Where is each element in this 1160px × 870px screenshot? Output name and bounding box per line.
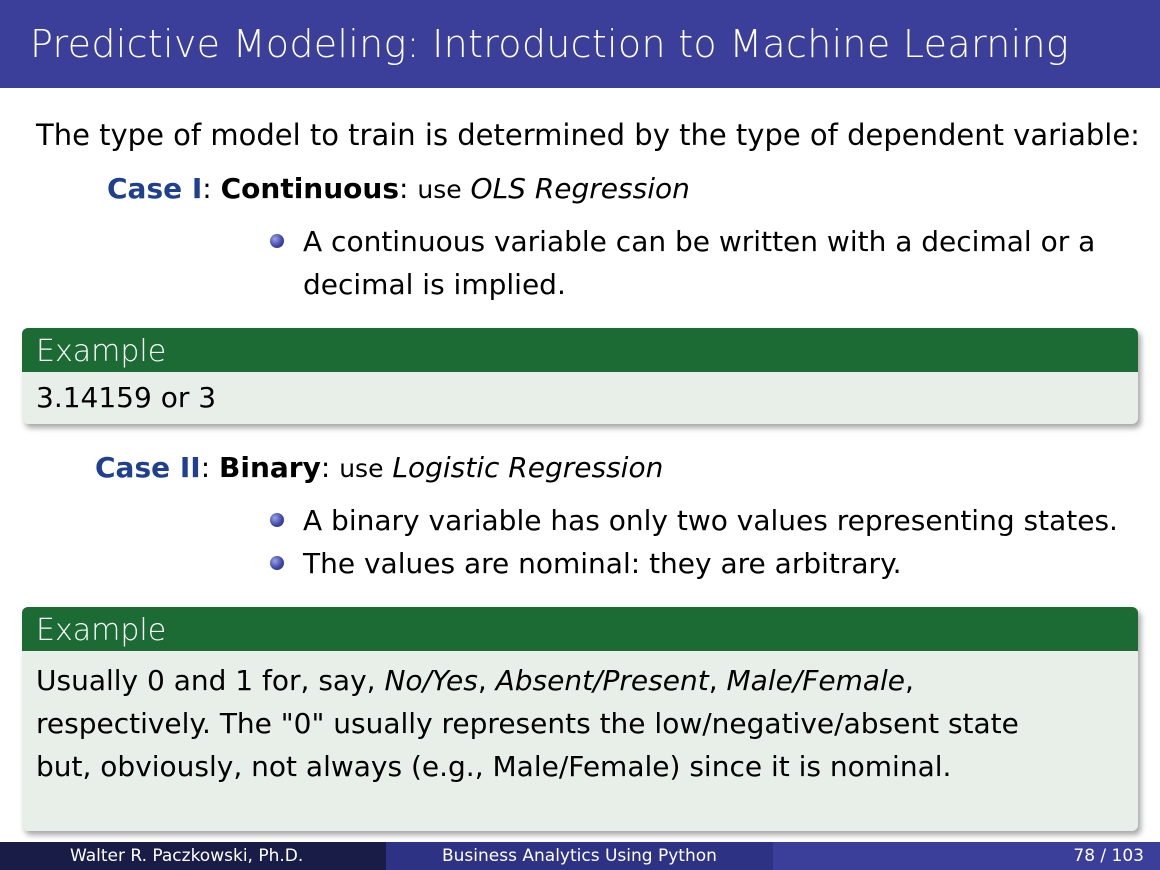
case-2-bullet-2: The values are nominal: they are arbitra… — [270, 542, 1140, 585]
case-2-bullet-1: A binary variable has only two values re… — [270, 499, 1140, 542]
example-2-line-3: but, obviously, not always (e.g., Male/F… — [36, 750, 952, 783]
example-2-body: Usually 0 and 1 for, say, No/Yes, Absent… — [22, 651, 1138, 788]
case-2-method: Logistic Regression — [392, 451, 664, 484]
case-1-bullet-text: A continuous variable can be written wit… — [303, 225, 1096, 301]
case-1-method: OLS Regression — [470, 172, 690, 205]
case-2-label: Case II — [95, 451, 201, 484]
footer-page-number: 78 / 103 — [1073, 846, 1144, 866]
bullet-icon — [270, 556, 284, 570]
case-2-bullet-1-text: A binary variable has only two values re… — [303, 504, 1118, 537]
case-2-term: Binary — [219, 451, 321, 484]
example-2-line-2: respectively. The "0" usually represents… — [36, 707, 1019, 740]
example-block-1: Example 3.14159 or 3 — [22, 328, 1138, 424]
title-bar: Predictive Modeling: Introduction to Mac… — [0, 0, 1160, 88]
case-1-bullet: A continuous variable can be written wit… — [270, 220, 1140, 310]
footer-author-section: Walter R. Paczkowski, Ph.D. — [0, 842, 386, 870]
example-1-header: Example — [22, 328, 1138, 372]
bullet-icon — [270, 234, 284, 248]
footer-course: Business Analytics Using Python — [442, 846, 717, 866]
example-2-pair-1: No/Yes — [384, 664, 478, 697]
case-1-term: Continuous — [220, 172, 400, 205]
slide-title: Predictive Modeling: Introduction to Mac… — [30, 22, 1069, 66]
example-2-line-1-prefix: Usually 0 and 1 for, say, — [36, 664, 376, 697]
example-1-body: 3.14159 or 3 — [36, 381, 217, 414]
case-1-use: use — [417, 175, 462, 204]
case-2-line: Case II: Binary: use Logistic Regression — [95, 451, 664, 484]
footer-course-section: Business Analytics Using Python — [386, 842, 773, 870]
case-2-use: use — [339, 454, 384, 483]
example-2-header: Example — [22, 607, 1138, 651]
case-2-bullet-2-text: The values are nominal: they are arbitra… — [303, 547, 902, 580]
intro-text: The type of model to train is determined… — [36, 118, 1140, 152]
example-2-pair-3: Male/Female — [726, 664, 906, 697]
footer-bar: Walter R. Paczkowski, Ph.D. Business Ana… — [0, 842, 1160, 870]
case-1-line: Case I: Continuous: use OLS Regression — [107, 172, 690, 205]
bullet-icon — [270, 513, 284, 527]
case-1-label: Case I — [107, 172, 203, 205]
footer-author: Walter R. Paczkowski, Ph.D. — [70, 846, 304, 866]
example-2-line-1: Usually 0 and 1 for, say, No/Yes, Absent… — [36, 664, 914, 697]
example-block-2: Example Usually 0 and 1 for, say, No/Yes… — [22, 607, 1138, 831]
footer-page-section: 78 / 103 — [773, 842, 1160, 870]
example-2-pair-2: Absent/Present — [495, 664, 709, 697]
